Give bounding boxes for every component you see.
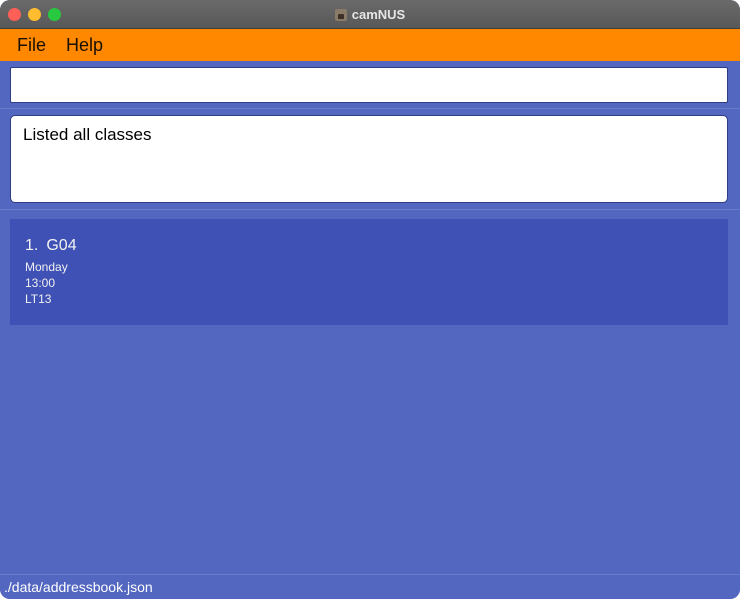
- class-name: G04: [46, 237, 77, 254]
- class-card-title: 1. G04: [25, 237, 713, 255]
- class-index: 1.: [25, 237, 39, 254]
- divider: [0, 108, 740, 109]
- app-icon: [334, 8, 347, 21]
- divider: [0, 209, 740, 210]
- result-message: Listed all classes: [23, 125, 152, 144]
- app-window: camNUS File Help Listed all classes 1. G…: [0, 0, 740, 599]
- menu-file[interactable]: File: [17, 35, 46, 56]
- class-venue: LT13: [25, 292, 52, 306]
- menu-bar: File Help: [0, 29, 740, 61]
- result-display: Listed all classes: [10, 115, 728, 203]
- status-bar: ./data/addressbook.json: [0, 574, 740, 599]
- window-title: camNUS: [351, 7, 406, 22]
- class-card[interactable]: 1. G04 Monday 13:00 LT13: [10, 219, 728, 325]
- save-file-path: ./data/addressbook.json: [4, 579, 153, 595]
- class-time: 13:00: [25, 276, 56, 290]
- command-box: [10, 67, 728, 103]
- window-title-group: camNUS: [0, 0, 740, 29]
- class-day: Monday: [25, 260, 68, 274]
- title-bar: camNUS: [0, 0, 740, 29]
- class-list: 1. G04 Monday 13:00 LT13: [10, 219, 728, 325]
- command-input[interactable]: [11, 68, 727, 102]
- menu-help[interactable]: Help: [66, 35, 103, 56]
